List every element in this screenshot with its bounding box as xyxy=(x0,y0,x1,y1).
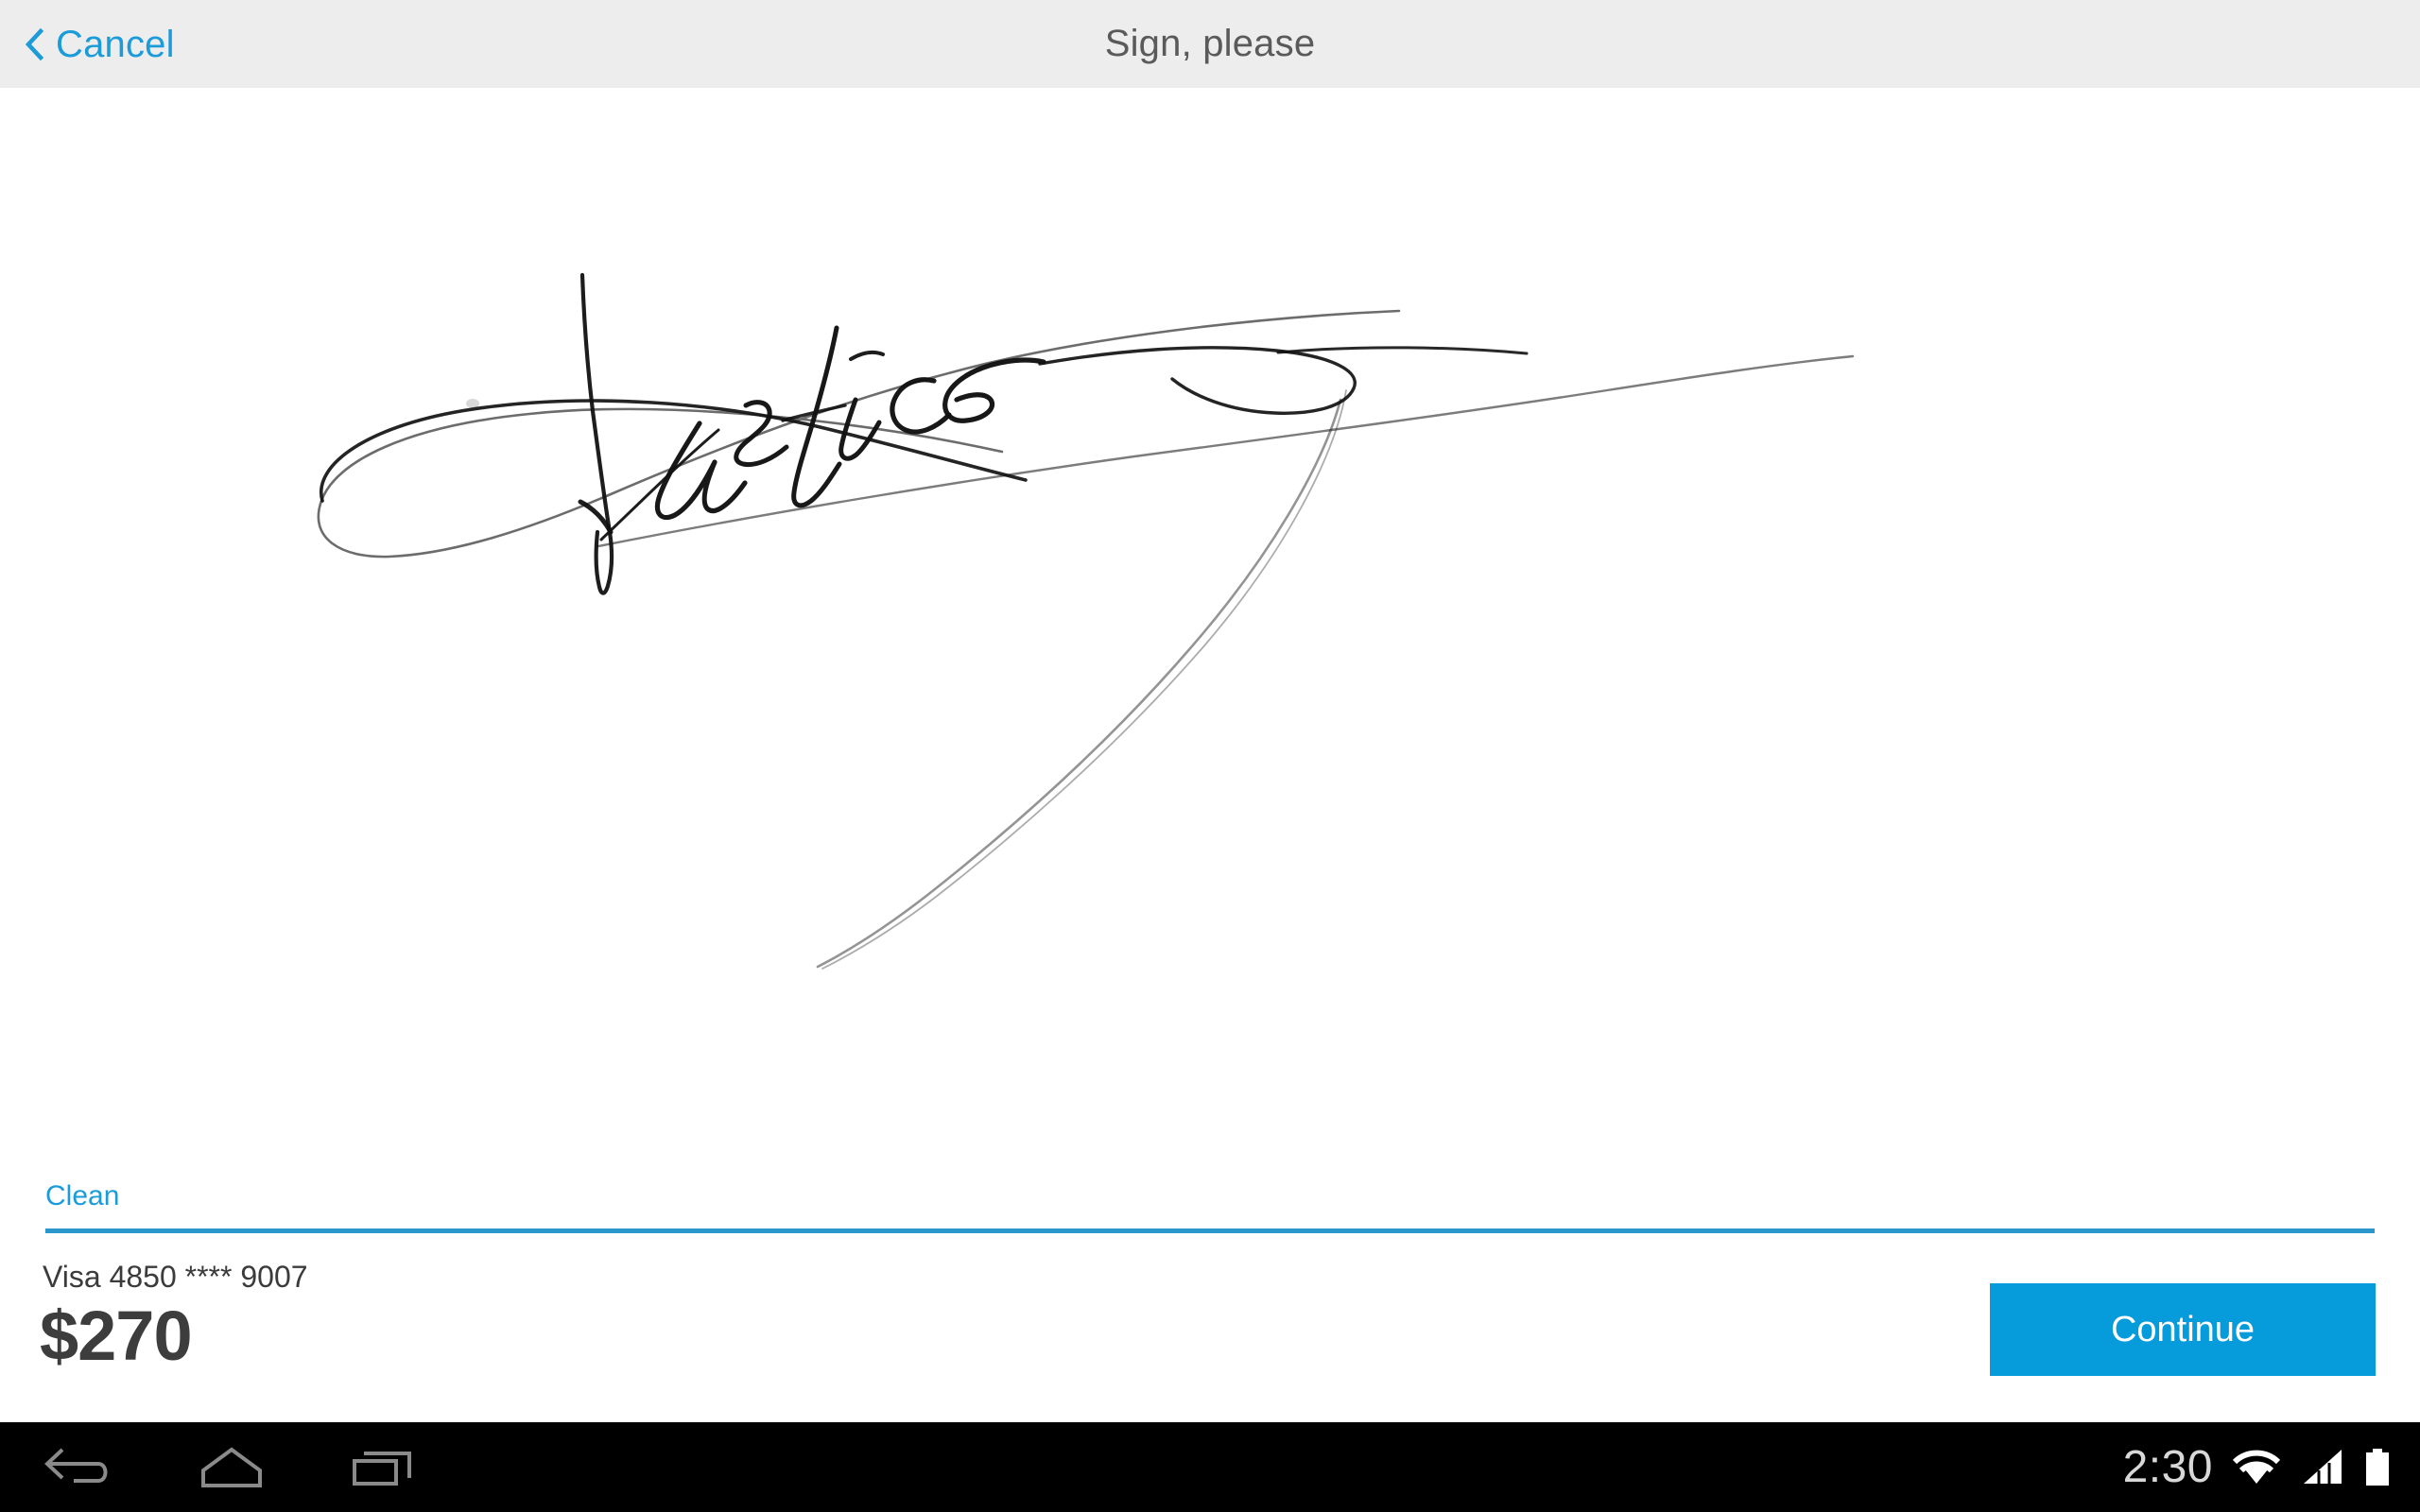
amount-label: $270 xyxy=(40,1297,193,1375)
back-arrow-icon xyxy=(44,1448,108,1483)
signature-drawing-area[interactable] xyxy=(0,88,2420,1139)
status-clock: 2:30 xyxy=(2122,1441,2213,1492)
continue-button[interactable]: Continue xyxy=(1990,1283,2376,1376)
page-title: Sign, please xyxy=(1104,23,1316,64)
nav-home-button[interactable] xyxy=(156,1422,307,1512)
nav-recent-apps-button[interactable] xyxy=(307,1422,458,1512)
signature-ink xyxy=(317,272,1855,970)
recent-apps-icon xyxy=(353,1451,411,1486)
status-cluster: 2:30 xyxy=(2123,1422,2392,1512)
cell-signal-icon xyxy=(2304,1449,2342,1484)
card-number-label: Visa 4850 **** 9007 xyxy=(43,1260,308,1294)
app-header: Cancel Sign, please xyxy=(0,0,2420,88)
home-icon xyxy=(201,1447,262,1487)
clean-button[interactable]: Clean xyxy=(45,1182,119,1211)
battery-full-icon xyxy=(2366,1448,2389,1486)
system-navigation-bar: 2:30 xyxy=(0,1422,2420,1512)
nav-back-button[interactable] xyxy=(0,1422,151,1512)
payment-footer: Clean Visa 4850 **** 9007 $270 Continue xyxy=(0,1139,2420,1422)
footer-divider xyxy=(45,1228,2375,1233)
wifi-icon xyxy=(2232,1450,2281,1484)
